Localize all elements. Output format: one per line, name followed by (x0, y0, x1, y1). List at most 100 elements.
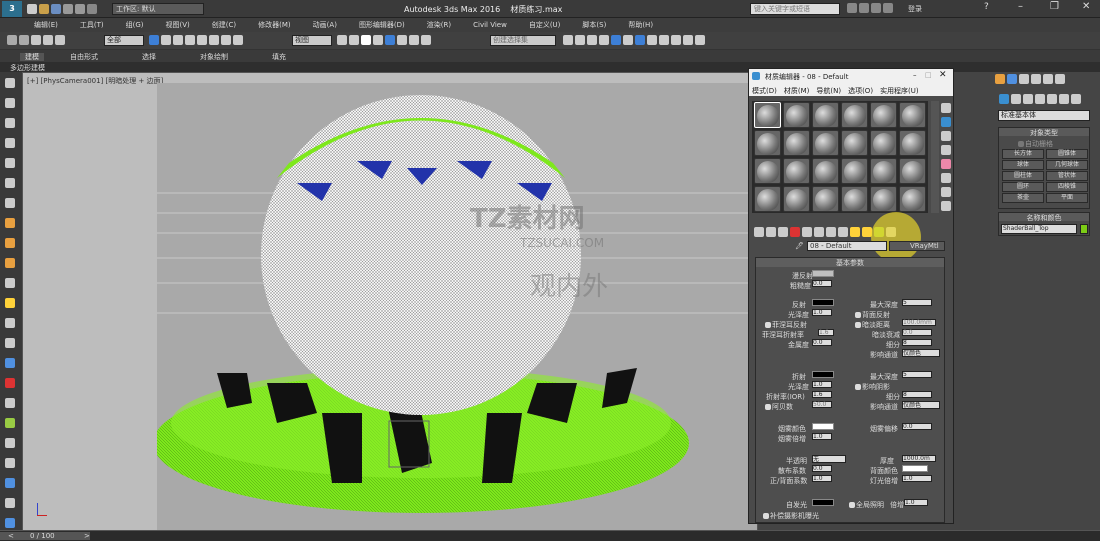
move-icon[interactable] (5, 98, 15, 108)
reflect-gloss-field[interactable]: 1.0 (812, 309, 832, 316)
dim-distance-field[interactable]: 100.0mm (902, 319, 936, 326)
camera-icon[interactable] (5, 318, 15, 328)
create-object-button[interactable]: 球体 (1002, 160, 1044, 170)
metalness-field[interactable]: 0.0 (812, 339, 832, 346)
object-type-header[interactable]: 对象类型 (999, 128, 1089, 137)
spacewarps-icon[interactable] (1059, 94, 1069, 104)
cylinder-icon[interactable] (5, 218, 15, 228)
plant-icon[interactable] (5, 418, 15, 428)
material-editor[interactable]: 材质编辑器 - 08 - Default – □ ✕ 模式(D) 材质(M) 导航(… (748, 68, 954, 524)
matedit-menu-item[interactable]: 选项(O) (848, 87, 873, 95)
put-to-library-icon[interactable] (826, 227, 836, 237)
menu-item[interactable]: 自定义(U) (529, 21, 561, 29)
app-logo[interactable]: 3 (2, 1, 22, 17)
user-icon[interactable] (883, 3, 893, 13)
fog-mult-field[interactable]: 1.0 (812, 433, 832, 440)
refract-subdiv-field[interactable]: 8 (902, 391, 932, 398)
select-by-material-icon[interactable] (941, 201, 951, 211)
put-to-scene-icon[interactable] (766, 227, 776, 237)
place-icon[interactable] (233, 35, 243, 45)
sphere-icon[interactable] (5, 198, 15, 208)
show-shaded-icon[interactable] (850, 227, 860, 237)
object-name-field[interactable]: ShaderBall_Top (1001, 224, 1077, 234)
curve-editor-icon[interactable] (611, 35, 621, 45)
sample-slot[interactable] (754, 158, 781, 184)
matedit-menu-item[interactable]: 材质(M) (784, 87, 810, 95)
sample-slot[interactable] (754, 186, 781, 212)
refract-max-depth-field[interactable]: 5 (902, 371, 932, 378)
abbe-checkbox[interactable] (765, 404, 771, 410)
lights-icon[interactable] (1023, 94, 1033, 104)
options-icon[interactable] (941, 187, 951, 197)
systems-icon[interactable] (1071, 94, 1081, 104)
menu-item[interactable]: Civil View (473, 21, 507, 29)
ior-field[interactable]: 1.6 (812, 391, 832, 398)
material-type-button[interactable]: VRayMtl (889, 241, 945, 251)
menu-item[interactable]: 组(G) (126, 21, 144, 29)
schematic-icon[interactable] (623, 35, 633, 45)
scale-icon[interactable] (5, 138, 15, 148)
particle-icon[interactable] (5, 378, 15, 388)
get-material-icon[interactable] (754, 227, 764, 237)
uv-tiling-icon[interactable] (941, 145, 951, 155)
fresnel-checkbox[interactable] (765, 322, 771, 328)
sample-slot[interactable] (841, 102, 868, 128)
sample-slot[interactable] (841, 158, 868, 184)
menu-item[interactable]: 工具(T) (80, 21, 104, 29)
modify-tab-icon[interactable] (1007, 74, 1017, 84)
translucency-dropdown[interactable]: 无 (812, 455, 846, 463)
shapes-icon[interactable] (1011, 94, 1021, 104)
sample-slot[interactable] (899, 186, 926, 212)
create-object-button[interactable]: 平面 (1046, 193, 1088, 203)
create-object-button[interactable]: 长方体 (1002, 149, 1044, 159)
hierarchy-tab-icon[interactable] (1019, 74, 1029, 84)
material-id-icon[interactable] (838, 227, 848, 237)
compensate-checkbox[interactable] (763, 513, 769, 519)
ref-coord-dropdown[interactable]: 视图 (292, 35, 332, 46)
reflect-max-depth-field[interactable]: 5 (902, 299, 932, 306)
mirror-icon[interactable] (563, 35, 573, 45)
sample-slot[interactable] (841, 186, 868, 212)
move-icon[interactable] (197, 35, 207, 45)
viewport-label[interactable]: [+] [PhysCamera001] [明暗处理 + 边面] (27, 76, 163, 86)
undo-icon[interactable] (63, 4, 73, 14)
autogrid-checkbox[interactable] (1018, 141, 1024, 147)
unlink-icon[interactable] (43, 35, 53, 45)
primitive-type-dropdown[interactable]: 标准基本体 (998, 110, 1090, 121)
self-illum-color-swatch[interactable] (812, 499, 834, 506)
render-iterative-icon[interactable] (683, 35, 693, 45)
viewport[interactable]: [+] [PhysCamera001] [明暗处理 + 边面] (22, 72, 758, 532)
sample-slot[interactable] (870, 186, 897, 212)
manipulate-icon[interactable] (349, 35, 359, 45)
dummy-icon[interactable] (5, 438, 15, 448)
material-editor-icon[interactable] (635, 35, 645, 45)
menu-item[interactable]: 编辑(E) (34, 21, 58, 29)
select-by-name-icon[interactable] (161, 35, 171, 45)
reflect-affect-dropdown[interactable]: 仅颜色 (902, 349, 940, 357)
fog-bias-field[interactable]: 0.0 (902, 423, 932, 430)
help-icon[interactable]: ? (984, 2, 989, 12)
graphite-icon[interactable] (599, 35, 609, 45)
sample-slot[interactable] (754, 102, 781, 128)
self-illum-mult-field[interactable]: 1.0 (904, 499, 928, 506)
reflect-subdiv-field[interactable]: 8 (902, 339, 932, 346)
sample-slot[interactable] (870, 130, 897, 156)
named-selection-dropdown[interactable]: 创建选择集 (490, 35, 556, 46)
render-frame-icon[interactable] (659, 35, 669, 45)
material-name-field[interactable]: 08 - Default (807, 241, 887, 251)
abbe-field[interactable]: 50.0 (812, 401, 832, 408)
save-icon[interactable] (51, 4, 61, 14)
link-icon[interactable] (31, 35, 41, 45)
menu-item[interactable]: 图形编辑器(D) (359, 21, 405, 29)
cameras-icon[interactable] (1035, 94, 1045, 104)
target-icon[interactable] (5, 458, 15, 468)
time-slider-prev[interactable]: < (8, 532, 14, 540)
create-object-button[interactable]: 四棱锥 (1046, 182, 1088, 192)
a360-icon[interactable] (859, 3, 869, 13)
refract-color-swatch[interactable] (812, 371, 834, 378)
window-crossing-icon[interactable] (185, 35, 195, 45)
scatter-field[interactable]: 0.0 (812, 465, 832, 472)
scale-icon[interactable] (221, 35, 231, 45)
dim-falloff-field[interactable]: 0.0 (902, 329, 932, 336)
render-icon[interactable] (671, 35, 681, 45)
